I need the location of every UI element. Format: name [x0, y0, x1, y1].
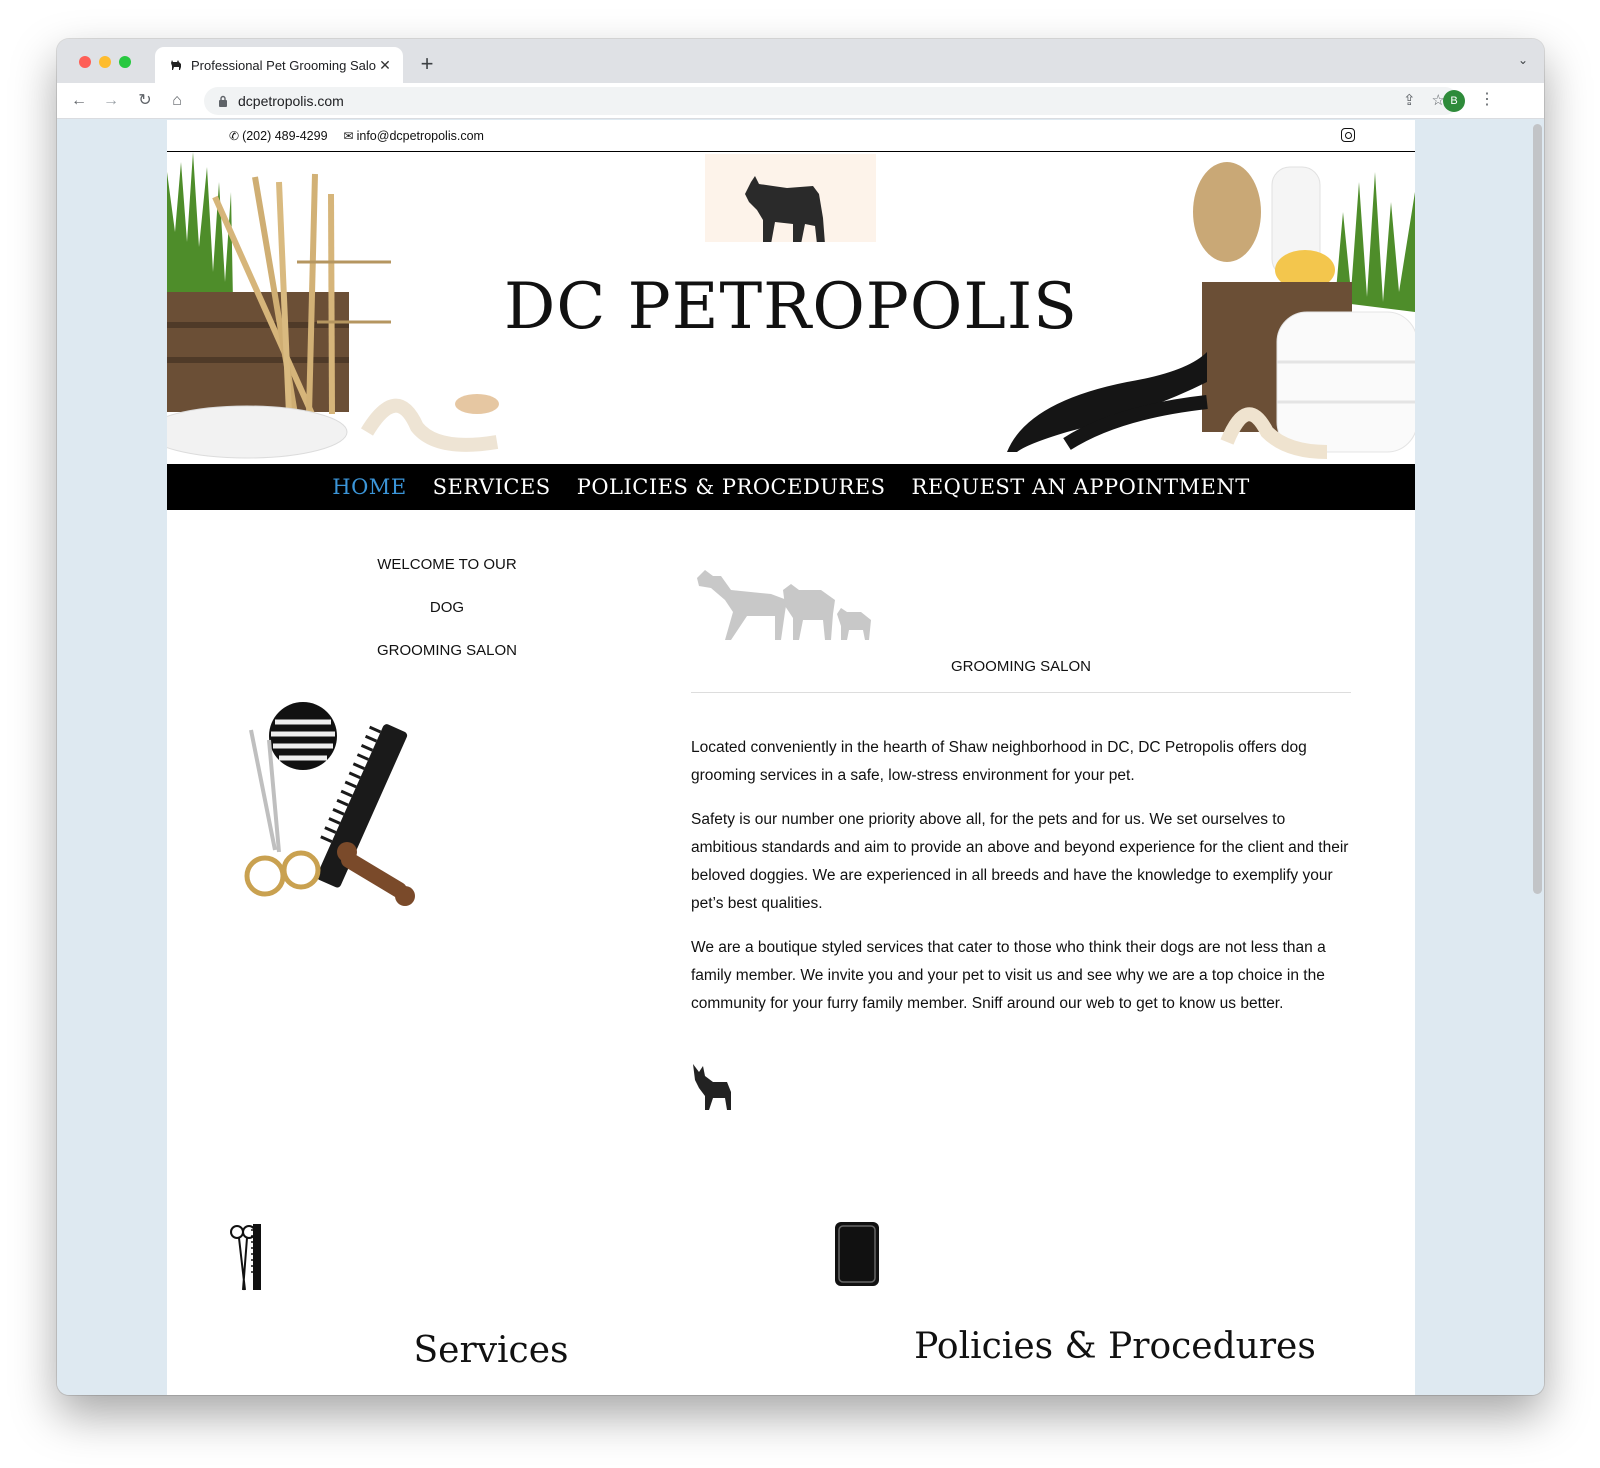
- forward-arrow-icon[interactable]: →: [99, 89, 123, 113]
- lock-icon: [219, 95, 227, 107]
- services-section-title[interactable]: Services: [167, 1330, 815, 1371]
- about-paragraph-2: Safety is our number one priority above …: [691, 811, 1349, 912]
- close-window-button[interactable]: [79, 56, 91, 68]
- tab-search-chevron-icon[interactable]: ⌄: [1518, 53, 1528, 67]
- new-tab-button[interactable]: +: [415, 51, 439, 77]
- phone-icon: ✆: [229, 128, 240, 143]
- page-viewport: ✆ (202) 489-4299 ✉ info@dcpetropolis.com: [57, 120, 1544, 1395]
- welcome-heading: WELCOME TO OUR DOG GROOMING SALON: [287, 556, 607, 685]
- about-text: Located conveniently in the hearth of Sh…: [691, 734, 1355, 1034]
- welcome-line-2: DOG: [429, 599, 465, 616]
- phone-number: (202) 489-4299: [242, 128, 328, 143]
- contact-bar: ✆ (202) 489-4299 ✉ info@dcpetropolis.com: [167, 120, 1415, 152]
- browser-toolbar: ← → ↻ ⌂ dcpetropolis.com ⇪ ☆ B ⋮: [57, 83, 1544, 119]
- phone-link[interactable]: ✆ (202) 489-4299: [229, 129, 328, 143]
- scottie-dog-logo-icon: [745, 176, 825, 244]
- policies-section-title[interactable]: Policies & Procedures: [815, 1326, 1415, 1367]
- dog-silhouettes-image: [697, 570, 871, 640]
- tab-close-icon[interactable]: ✕: [377, 57, 393, 74]
- welcome-line-1: WELCOME TO OUR: [377, 556, 517, 573]
- back-arrow-icon[interactable]: ←: [67, 89, 91, 113]
- minimize-window-button[interactable]: [99, 56, 111, 68]
- reload-icon[interactable]: ↻: [133, 89, 157, 113]
- dog-favicon-icon: [169, 58, 183, 72]
- welcome-line-3: GROOMING SALON: [376, 642, 518, 659]
- nav-services[interactable]: SERVICES: [433, 475, 551, 499]
- email-address: info@dcpetropolis.com: [356, 128, 484, 143]
- scissors-comb-icon: [230, 1224, 261, 1291]
- grooming-salon-label: GROOMING SALON: [950, 658, 1092, 675]
- clipboard-icon: [835, 1222, 879, 1286]
- address-bar[interactable]: dcpetropolis.com ⇪ ☆: [204, 87, 1459, 115]
- tab-title: Professional Pet Grooming Salo: [191, 57, 376, 73]
- logo-badge[interactable]: [705, 154, 876, 244]
- section-divider: [691, 692, 1351, 693]
- nav-policies[interactable]: POLICIES & PROCEDURES: [577, 475, 886, 499]
- small-dog-icon: [693, 1064, 731, 1110]
- browser-tab[interactable]: Professional Pet Grooming Salo ✕: [155, 47, 403, 83]
- tab-strip: Professional Pet Grooming Salo ✕ + ⌄: [57, 39, 1544, 83]
- grooming-tools-image: [244, 702, 415, 906]
- envelope-icon: ✉: [343, 128, 354, 143]
- hero-banner: DC PETROPOLIS: [167, 152, 1415, 464]
- vertical-scrollbar[interactable]: [1533, 124, 1542, 894]
- home-icon[interactable]: ⌂: [165, 89, 189, 113]
- about-paragraph-1: Located conveniently in the hearth of Sh…: [691, 739, 1307, 784]
- browser-menu-icon[interactable]: ⋮: [1479, 89, 1495, 109]
- nav-home[interactable]: HOME: [332, 475, 406, 499]
- maximize-window-button[interactable]: [119, 56, 131, 68]
- site-brand-title: DC PETROPOLIS: [504, 270, 1078, 344]
- main-navigation: HOME SERVICES POLICIES & PROCEDURES REQU…: [167, 464, 1415, 510]
- browser-window: Professional Pet Grooming Salo ✕ + ⌄ ← →…: [57, 39, 1544, 1395]
- about-paragraph-3: We are a boutique styled services that c…: [691, 939, 1326, 1012]
- share-icon[interactable]: ⇪: [1403, 91, 1416, 109]
- email-link[interactable]: ✉ info@dcpetropolis.com: [344, 129, 484, 143]
- site-page: ✆ (202) 489-4299 ✉ info@dcpetropolis.com: [167, 120, 1415, 1395]
- instagram-icon[interactable]: [1341, 128, 1355, 142]
- profile-avatar[interactable]: B: [1443, 90, 1465, 112]
- nav-request-appointment[interactable]: REQUEST AN APPOINTMENT: [912, 475, 1250, 499]
- url-text: dcpetropolis.com: [238, 93, 344, 109]
